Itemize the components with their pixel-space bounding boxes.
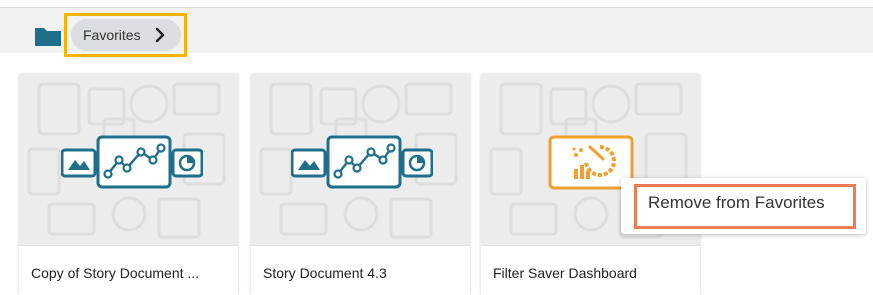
story-document-icon bbox=[61, 135, 203, 189]
document-card[interactable]: Copy of Story Document ... bbox=[19, 74, 238, 295]
remove-from-favorites-item[interactable]: Remove from Favorites bbox=[648, 193, 825, 213]
card-thumbnail bbox=[251, 74, 470, 245]
story-document-icon bbox=[291, 135, 433, 189]
card-thumbnail bbox=[19, 74, 238, 245]
chevron-right-icon[interactable] bbox=[153, 26, 167, 44]
folder-icon[interactable] bbox=[34, 25, 62, 47]
card-title: Copy of Story Document ... bbox=[31, 265, 200, 281]
breadcrumb-label: Favorites bbox=[83, 27, 141, 43]
document-card[interactable]: Story Document 4.3 bbox=[251, 74, 470, 295]
card-title: Filter Saver Dashboard bbox=[493, 265, 637, 281]
card-divider bbox=[481, 245, 700, 246]
card-divider bbox=[251, 245, 470, 246]
card-divider bbox=[19, 245, 238, 246]
card-title: Story Document 4.3 bbox=[263, 265, 387, 281]
